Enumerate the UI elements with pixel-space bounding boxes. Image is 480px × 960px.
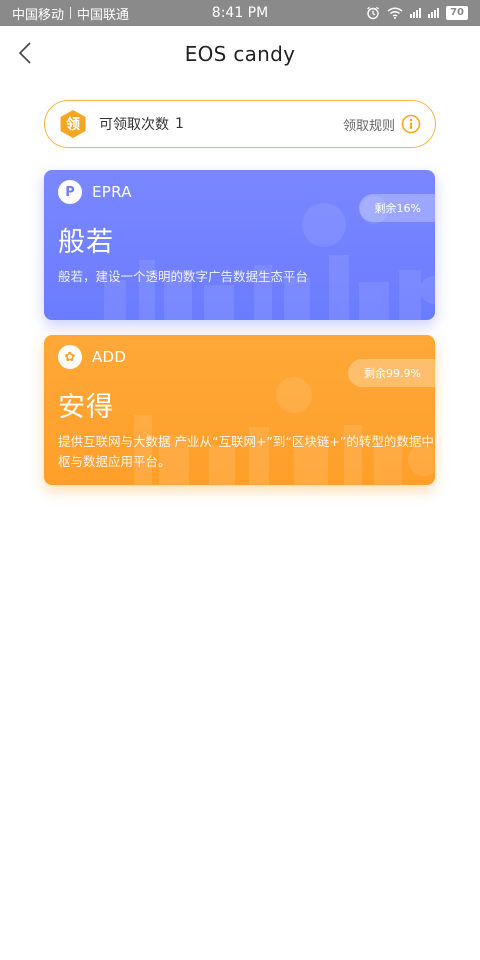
alarm-icon <box>367 6 379 20</box>
status-icons: 70 <box>366 6 468 20</box>
token-card-epra[interactable]: P EPRA 剩余16% 般若 般若，建设一个透明的数字广告数据生态平台 <box>44 170 435 320</box>
claim-badge-text: 领 <box>66 117 80 133</box>
claim-badge: 领 <box>59 109 87 139</box>
info-icon <box>401 114 421 134</box>
token-header: ✿ ADD <box>58 345 126 369</box>
carrier-info: 中国移动 中国联通 <box>12 4 129 23</box>
nav-bar: EOS candy <box>0 26 480 82</box>
back-button[interactable] <box>10 38 40 68</box>
token-symbol: EPRA <box>92 183 132 201</box>
carrier-2: 中国联通 <box>77 7 130 23</box>
signal-icon-2 <box>428 8 440 18</box>
token-name: 般若 <box>58 227 114 258</box>
page-title: EOS candy <box>184 42 296 66</box>
token-card-add[interactable]: ✿ ADD 剩余99.9% 安得 提供互联网与大数据 产业从“互联网+”到“区块… <box>44 335 435 485</box>
token-symbol: ADD <box>92 348 127 366</box>
battery-icon: 70 <box>446 6 468 20</box>
epra-coin-icon: P <box>58 180 82 204</box>
token-description: 提供互联网与大数据 产业从“互联网+”到“区块链+”的转型的数据中枢与数据应用平… <box>58 434 434 469</box>
claim-rules-link[interactable]: 领取规则 <box>343 114 421 134</box>
status-bar: 中国移动 中国联通 70 8:41 PM <box>0 0 480 26</box>
token-description: 般若，建设一个透明的数字广告数据生态平台 <box>58 269 309 284</box>
signal-icon-1 <box>410 8 422 18</box>
remaining-badge: 剩余16% <box>358 194 435 222</box>
carrier-1: 中国移动 <box>12 7 65 23</box>
carrier-divider <box>70 7 72 19</box>
add-coin-icon: ✿ <box>58 345 82 369</box>
claim-rules-label: 领取规则 <box>342 118 395 134</box>
wifi-icon <box>387 7 403 19</box>
token-name: 安得 <box>58 392 114 423</box>
chevron-left-icon <box>18 42 31 64</box>
claim-count-value: 1 <box>175 116 184 132</box>
token-header: P EPRA <box>58 180 132 204</box>
claim-count-label: 可领取次数 <box>99 117 169 133</box>
claim-count-bar: 领 可领取次数 1 领取规则 <box>44 100 436 148</box>
remaining-badge: 剩余99.9% <box>348 359 435 387</box>
